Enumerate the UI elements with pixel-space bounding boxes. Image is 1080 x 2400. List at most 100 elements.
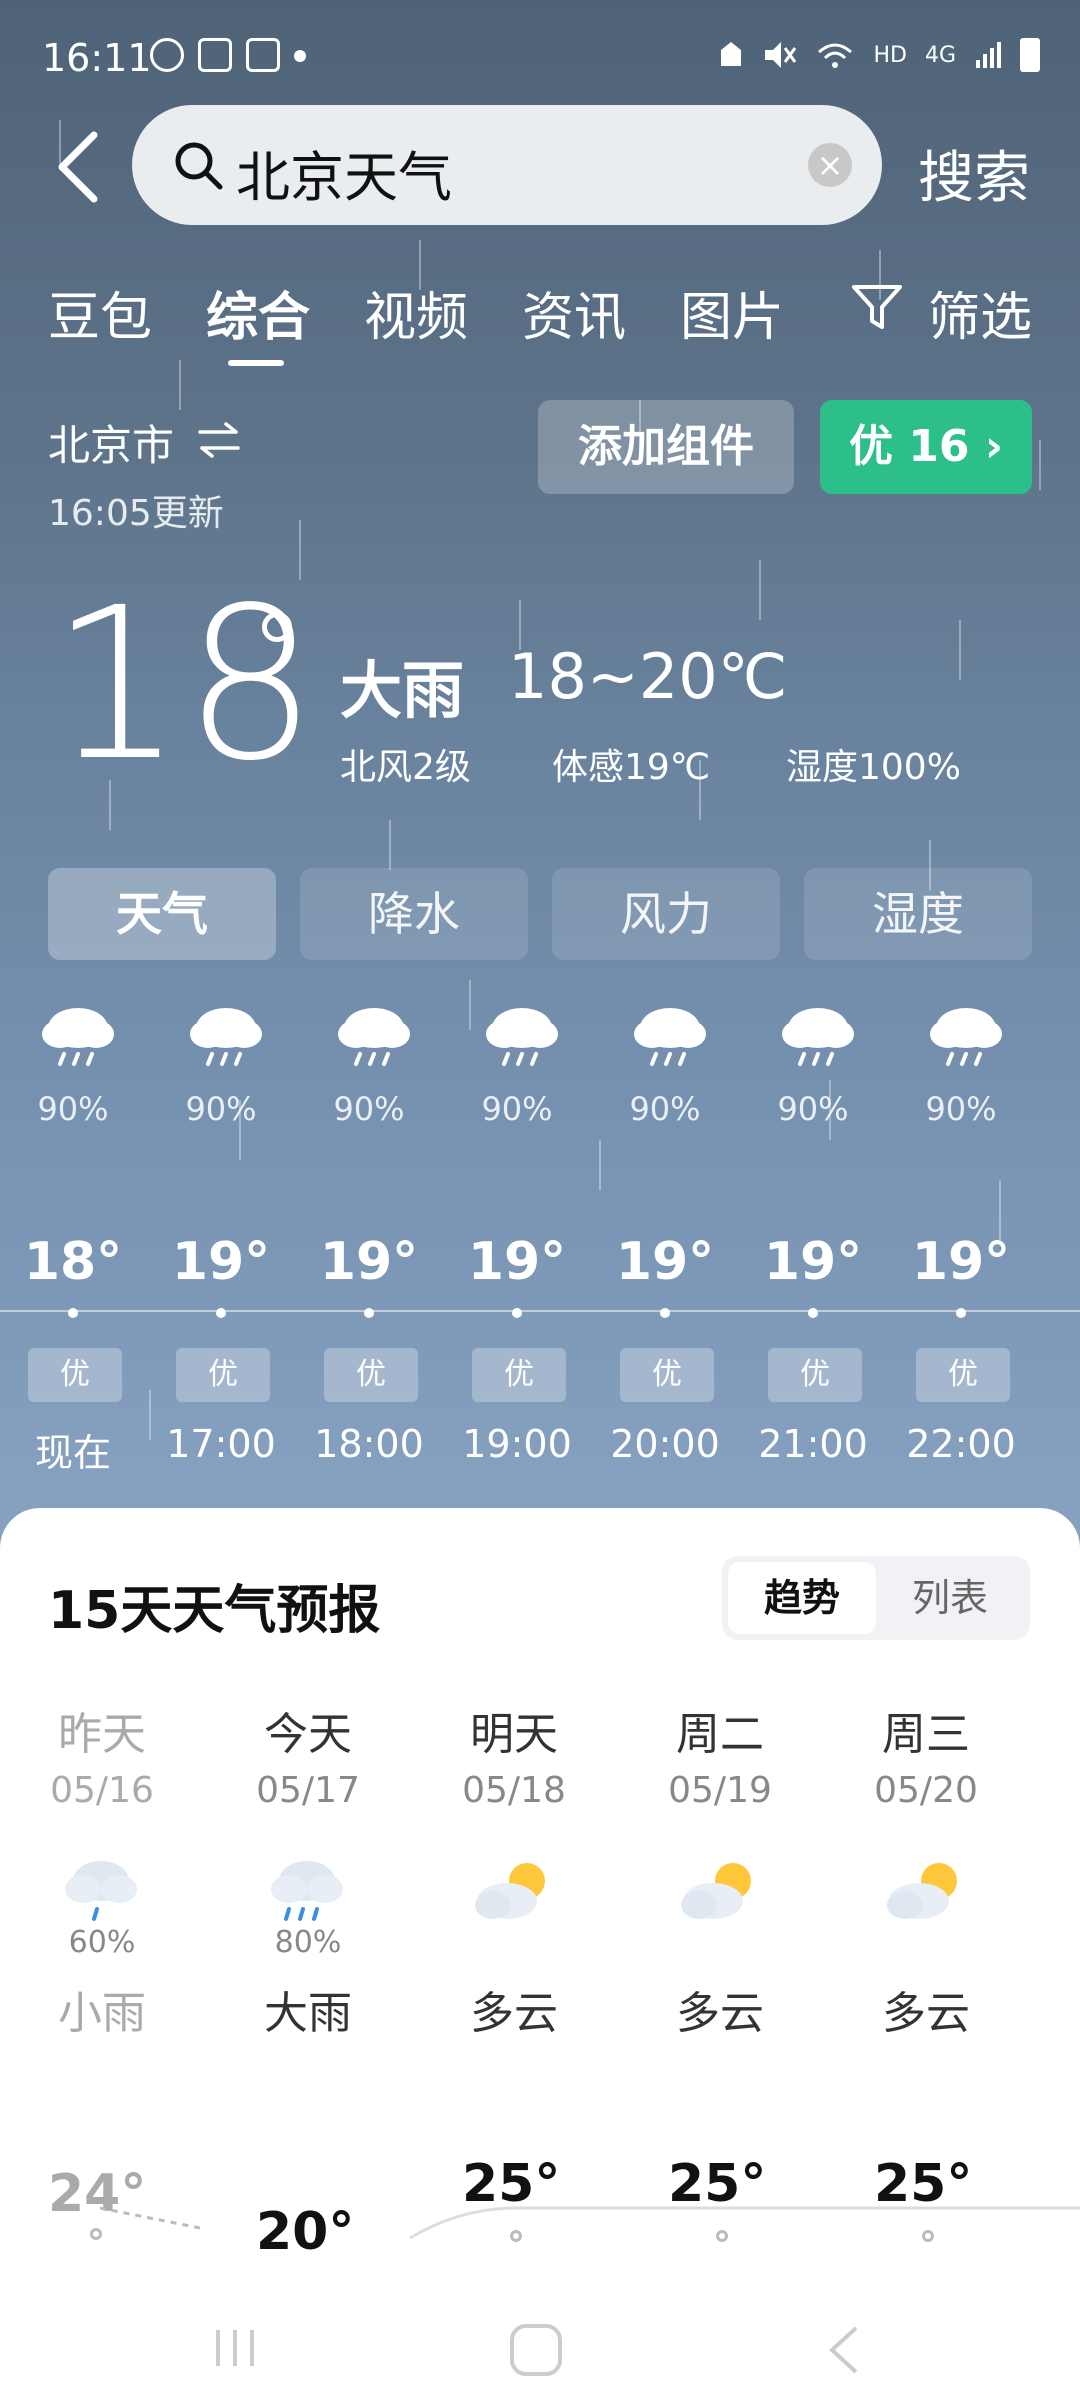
temperature-range: 18~20℃ (508, 640, 788, 713)
tab-doubao[interactable]: 豆包 (48, 275, 152, 350)
day-name: 周三 (882, 1709, 970, 1760)
rain-cloud-icon (634, 1008, 706, 1066)
partly-cloudy-icon (681, 1863, 751, 1919)
home-icon[interactable] (510, 2324, 562, 2376)
hour-aqi-badge: 优 (472, 1348, 566, 1402)
day-date: 05/19 (668, 1770, 772, 1811)
tab-all[interactable]: 综合 (206, 275, 310, 350)
mute-icon (765, 42, 797, 68)
hour-temp-dot (956, 1308, 966, 1318)
search-button[interactable]: 搜索 (918, 133, 1030, 214)
hour-precipitation: 90% (333, 1090, 405, 1128)
app-notification-icon (246, 38, 280, 72)
current-condition: 大雨 (340, 654, 465, 727)
day-column[interactable]: 昨天 05/16 60% 小雨 (22, 1698, 182, 2041)
day-condition: 多云 (882, 1988, 970, 2039)
light-rain-icon (65, 1861, 137, 1921)
tab-images[interactable]: 图片 (680, 275, 784, 350)
partly-cloudy-icon (475, 1863, 545, 1919)
tab-news[interactable]: 资讯 (522, 275, 626, 350)
humidity-info: 湿度100% (786, 747, 961, 788)
hour-temp-dot (660, 1308, 670, 1318)
search-input[interactable]: 北京天气 × (132, 105, 882, 225)
hour-temp-dot (68, 1308, 78, 1318)
day-name: 周二 (676, 1709, 764, 1760)
switch-city-icon[interactable] (196, 422, 242, 458)
status-bar: 16:11 HD 4G (0, 0, 1080, 120)
day-column[interactable]: 周三 05/20 多云 (846, 1698, 1006, 2041)
wifi-icon (818, 43, 853, 68)
forecast-panel: 15天天气预报 趋势 列表 昨天 05/16 60% 小雨 24° 今天 05/17 80% 大… (0, 1508, 1080, 2400)
hour-temperature: 19° (319, 1232, 419, 1292)
day-column[interactable]: 明天 05/18 多云 (434, 1698, 594, 2041)
toggle-list[interactable]: 列表 (876, 1562, 1024, 1634)
back-arrow-icon[interactable] (50, 127, 110, 207)
day-condition: 多云 (676, 1988, 764, 2039)
hour-temperature: 19° (763, 1232, 863, 1292)
day-condition: 小雨 (58, 1988, 146, 2039)
hour-time: 17:00 (166, 1422, 276, 1466)
hour-temperature: 19° (171, 1232, 271, 1292)
segment-humidity[interactable]: 湿度 (804, 868, 1032, 960)
hour-precipitation: 90% (37, 1090, 109, 1128)
update-time: 16:05更新 (48, 493, 224, 534)
active-tab-indicator (228, 360, 284, 366)
wind-info: 北风2级 (340, 747, 471, 788)
hour-temp-dot (364, 1308, 374, 1318)
search-query[interactable]: 北京天气 (236, 133, 452, 212)
hour-aqi-badge: 优 (324, 1348, 418, 1402)
day-date: 05/16 (50, 1770, 154, 1811)
rain-cloud-icon (42, 1008, 114, 1066)
air-quality-button[interactable]: 优 16 › (820, 400, 1032, 494)
hour-aqi-badge: 优 (768, 1348, 862, 1402)
rain-cloud-icon (782, 1008, 854, 1066)
forecast-title: 15天天气预报 (48, 1581, 381, 1641)
day-date: 05/18 (462, 1770, 566, 1811)
segment-precipitation[interactable]: 降水 (300, 868, 528, 960)
day-name: 今天 (264, 1709, 352, 1760)
search-icon (175, 142, 223, 190)
day-column[interactable]: 今天 05/17 80% 大雨 (228, 1698, 388, 2041)
signal-icon (976, 42, 1001, 68)
tab-video[interactable]: 视频 (364, 275, 468, 350)
view-toggle: 趋势 列表 (722, 1556, 1030, 1640)
tab-filter[interactable]: 筛选 (928, 275, 1032, 350)
battery-icon (1020, 38, 1040, 72)
nav-back-icon[interactable] (820, 2324, 870, 2376)
hour-aqi-badge: 优 (620, 1348, 714, 1402)
day-weather-icon (57, 1855, 147, 1925)
more-notifications-dot (294, 50, 306, 62)
filter-icon[interactable] (850, 283, 904, 333)
degree-symbol (262, 612, 292, 642)
segment-weather[interactable]: 天气 (48, 868, 276, 960)
status-time: 16:11 (42, 36, 152, 80)
day-column[interactable]: 周二 05/19 多云 (640, 1698, 800, 2041)
hour-temp-dot (216, 1308, 226, 1318)
hour-temp-dot (512, 1308, 522, 1318)
hourly-temperature-line (0, 1310, 1080, 1312)
day-weather-icon (263, 1855, 353, 1925)
compass-icon (150, 38, 184, 72)
toggle-trend[interactable]: 趋势 (728, 1562, 876, 1634)
hour-precipitation: 90% (629, 1090, 701, 1128)
segment-wind[interactable]: 风力 (552, 868, 780, 960)
hour-temperature: 19° (911, 1232, 1011, 1292)
feels-like: 体感19℃ (552, 747, 711, 788)
day-condition: 多云 (470, 1988, 558, 2039)
add-widget-button[interactable]: 添加组件 (538, 400, 794, 494)
hour-temperature: 19° (467, 1232, 567, 1292)
hour-time: 21:00 (758, 1422, 868, 1466)
hour-precipitation: 90% (185, 1090, 257, 1128)
hour-time: 20:00 (610, 1422, 720, 1466)
city-name[interactable]: 北京市 (48, 412, 174, 473)
day-weather-icon (881, 1855, 971, 1925)
day-weather-icon (469, 1855, 559, 1925)
heavy-rain-icon (271, 1861, 343, 1921)
daily-trend-line (99, 2206, 1080, 2240)
day-weather-icon (675, 1855, 765, 1925)
recents-icon[interactable] (210, 2326, 260, 2370)
clear-icon[interactable]: × (808, 143, 852, 187)
rain-cloud-icon (190, 1008, 262, 1066)
hour-precipitation: 90% (481, 1090, 553, 1128)
day-name: 明天 (470, 1709, 558, 1760)
